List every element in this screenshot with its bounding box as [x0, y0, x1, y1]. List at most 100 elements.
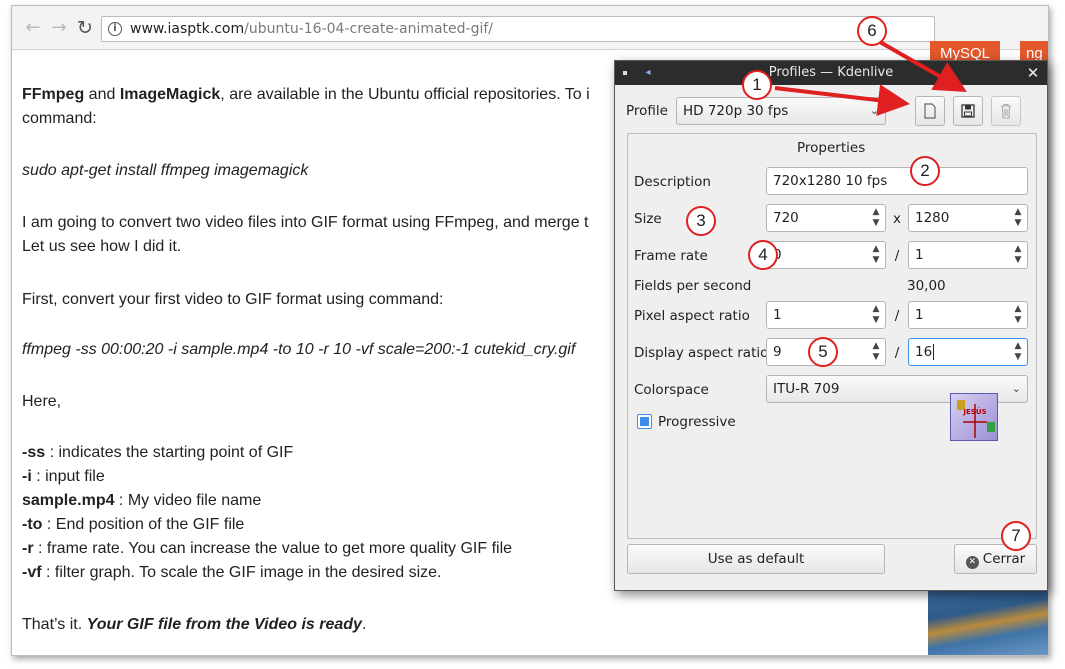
paragraph-first-step: First, convert your first video to GIF f…	[22, 291, 444, 308]
chevron-down-icon: ⌄	[869, 104, 879, 117]
annotation-badge: 2	[910, 156, 940, 186]
spin-arrows-icon[interactable]: ▲ ▼	[1013, 304, 1023, 326]
progressive-label: Progressive	[658, 414, 736, 430]
back-arrow-icon[interactable]: ←	[22, 17, 44, 39]
param-item: sample.mp4 : My video file name	[22, 489, 261, 513]
profile-value: HD 720p 30 fps	[683, 103, 789, 119]
param-item: -vf : filter graph. To scale the GIF ima…	[22, 561, 441, 585]
frame-rate-den-spinbox[interactable]: 1 ▲ ▼	[908, 241, 1028, 269]
fields-per-second-label: Fields per second	[634, 278, 752, 294]
annotation-badge: 1	[742, 70, 772, 100]
spin-arrows-icon[interactable]: ▲ ▼	[871, 244, 881, 266]
dialog-titlebar: ◂ Profiles — Kdenlive ✕	[615, 61, 1047, 85]
dar-separator: /	[894, 345, 900, 361]
save-icon	[961, 104, 975, 118]
command-text: ffmpeg -ss 00:00:20 -i sample.mp4 -to 10…	[22, 341, 576, 358]
colorspace-label: Colorspace	[634, 382, 709, 398]
par-num-value: 1	[773, 307, 782, 323]
here-label: Here,	[22, 393, 62, 410]
profile-select[interactable]: HD 720p 30 fps ⌄	[676, 97, 886, 125]
spin-arrows-icon[interactable]: ▲ ▼	[1013, 244, 1023, 266]
profiles-dialog: ◂ Profiles — Kdenlive ✕ Profile HD 720p …	[614, 60, 1048, 591]
param-desc: : frame rate. You can increase the value…	[33, 540, 513, 557]
spin-arrows-icon[interactable]: ▲ ▼	[1013, 341, 1023, 363]
annotation-badge: 3	[686, 206, 716, 236]
dar-den-spinbox[interactable]: 16 ▲ ▼	[908, 338, 1028, 366]
description-value: 720x1280 10 fps	[773, 173, 888, 189]
close-icon[interactable]: ✕	[1025, 61, 1041, 85]
param-item: -i : input file	[22, 465, 105, 489]
param-item: -to : End position of the GIF file	[22, 513, 244, 537]
sidebar-image	[928, 580, 1048, 655]
description-label: Description	[634, 174, 711, 190]
text-cursor	[933, 344, 935, 360]
width-value: 720	[773, 210, 799, 226]
jesus-watermark-logo: JESÚS	[950, 393, 998, 441]
text: and	[84, 86, 120, 103]
fields-per-second-value: 30,00	[907, 278, 946, 294]
window-menu-icon[interactable]	[623, 71, 627, 75]
new-profile-button[interactable]	[915, 96, 945, 126]
paragraph-conclusion: That’s it. Your GIF file from the Video …	[22, 613, 366, 637]
conclusion-emphasis: Your GIF file from the Video is ready	[86, 616, 362, 633]
frame-rate-separator: /	[894, 248, 900, 264]
param-key: sample.mp4	[22, 492, 115, 509]
annotation-badge: 5	[808, 337, 838, 367]
ffmpeg-command: ffmpeg -ss 00:00:20 -i sample.mp4 -to 10…	[22, 338, 575, 362]
param-desc: : End position of the GIF file	[42, 516, 245, 533]
spin-arrows-icon[interactable]: ▲ ▼	[871, 207, 881, 229]
paragraph-intro-line2: command:	[22, 110, 97, 127]
param-key: -to	[22, 516, 43, 533]
cancel-circle-icon: ✕	[965, 556, 979, 569]
paragraph-intro: FFmpeg and ImageMagick, are available in…	[22, 83, 590, 107]
spin-arrows-icon[interactable]: ▲ ▼	[1013, 207, 1023, 229]
param-key: -r	[22, 540, 34, 557]
frame-rate-den-value: 1	[915, 247, 924, 263]
close-button-label: Cerrar	[982, 551, 1026, 567]
text: .	[361, 616, 367, 633]
use-as-default-button[interactable]: Use as default	[627, 544, 885, 574]
par-den-spinbox[interactable]: 1 ▲ ▼	[908, 301, 1028, 329]
param-key: -vf	[22, 564, 42, 581]
dialog-title: Profiles — Kdenlive	[768, 65, 894, 80]
param-desc: : input file	[31, 468, 105, 485]
dar-den-value: 16	[915, 344, 933, 360]
profile-label: Profile	[626, 103, 668, 119]
save-profile-button[interactable]	[953, 96, 983, 126]
forward-arrow-icon[interactable]: →	[48, 17, 70, 39]
new-document-icon	[924, 103, 936, 119]
ffmpeg-term: FFmpeg	[22, 86, 85, 103]
imagemagick-term: ImageMagick	[119, 86, 221, 103]
paragraph-plan: I am going to convert two video files in…	[22, 214, 589, 231]
height-value: 1280	[915, 210, 950, 226]
param-item: -ss : indicates the starting point of GI…	[22, 441, 293, 465]
param-desc: : indicates the starting point of GIF	[45, 444, 294, 461]
kdenlive-app-icon: ◂	[645, 67, 651, 78]
width-spinbox[interactable]: 720 ▲ ▼	[766, 204, 886, 232]
close-button[interactable]: ✕ Cerrar	[954, 544, 1037, 574]
height-spinbox[interactable]: 1280 ▲ ▼	[908, 204, 1028, 232]
reload-icon[interactable]: ↻	[74, 17, 96, 39]
address-bar[interactable]: i www.iasptk.com/ubuntu-16-04-create-ani…	[101, 16, 935, 42]
description-input[interactable]: 720x1280 10 fps	[766, 167, 1028, 195]
trash-icon	[1001, 103, 1011, 119]
dar-num-value: 9	[773, 344, 782, 360]
logo-image: JESÚS	[957, 400, 995, 438]
progressive-checkbox[interactable]	[637, 414, 652, 429]
param-desc: : filter graph. To scale the GIF image i…	[41, 564, 442, 581]
checkbox-check-icon	[640, 417, 649, 426]
param-item: -r : frame rate. You can increase the va…	[22, 537, 512, 561]
frame-rate-num-spinbox[interactable]: 0 ▲▼	[766, 241, 886, 269]
annotation-badge: 6	[857, 16, 887, 46]
url-path: /ubuntu-16-04-create-animated-gif/	[244, 21, 494, 37]
info-icon[interactable]: i	[108, 22, 122, 36]
chevron-down-icon: ⌄	[1011, 382, 1021, 395]
spin-arrows-icon[interactable]: ▲ ▼	[871, 304, 881, 326]
paragraph-plan-line2: Let us see how I did it.	[22, 238, 182, 255]
spin-arrows-icon[interactable]: ▲ ▼	[871, 341, 881, 363]
text: That’s it.	[22, 616, 87, 633]
display-aspect-ratio-label: Display aspect ratio	[634, 345, 769, 361]
delete-profile-button[interactable]	[991, 96, 1021, 126]
par-num-spinbox[interactable]: 1 ▲ ▼	[766, 301, 886, 329]
param-desc: : My video file name	[114, 492, 262, 509]
